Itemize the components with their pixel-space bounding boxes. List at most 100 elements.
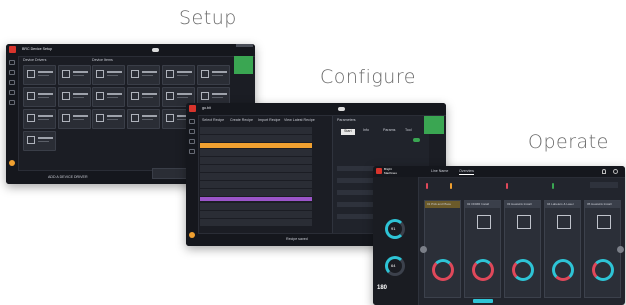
- footer-status-box: [152, 168, 190, 179]
- setup-side-rail: [6, 56, 19, 184]
- bright-machines-logo: [376, 168, 382, 174]
- station-ring: [512, 259, 534, 281]
- param-field[interactable]: [337, 214, 377, 219]
- menu-icon[interactable]: [613, 169, 618, 174]
- rail-logo-icon: [9, 160, 15, 166]
- driver-card[interactable]: [23, 65, 56, 85]
- station-name: 05 Heatsink Install: [587, 202, 612, 206]
- station-name: 04 Labelers & Laser: [547, 202, 574, 206]
- bell-icon[interactable]: [602, 169, 606, 174]
- param-field[interactable]: [337, 178, 377, 183]
- mode-toggle[interactable]: [152, 48, 159, 52]
- setup-action-button[interactable]: [236, 44, 253, 47]
- oee-value: 91: [391, 226, 396, 231]
- configure-title: go.bit: [202, 106, 211, 110]
- recipes-icon[interactable]: [189, 139, 195, 144]
- station-tile[interactable]: 05 Heatsink Install: [584, 200, 621, 298]
- item-card[interactable]: [197, 65, 230, 85]
- setup-heading: Setup: [179, 7, 237, 29]
- save-recipe-button[interactable]: [424, 116, 444, 134]
- quality-timeline: [422, 180, 622, 192]
- station-tile[interactable]: 01 Pick and Place: [424, 200, 461, 298]
- step-row[interactable]: [200, 135, 312, 143]
- panel-tab-params[interactable]: Params: [383, 128, 395, 133]
- item-card[interactable]: [127, 65, 160, 85]
- recipes-icon[interactable]: [9, 80, 15, 85]
- step-row[interactable]: [200, 181, 312, 189]
- configure-topbar: go.bit: [186, 103, 446, 116]
- configure-side-rail: [186, 115, 199, 246]
- driver-card[interactable]: [58, 87, 91, 107]
- station-name: 02 ODMR Install: [467, 202, 490, 206]
- item-card[interactable]: [127, 109, 160, 129]
- param-toggle[interactable]: [413, 138, 420, 142]
- station-name: 01 Pick and Place: [427, 202, 452, 206]
- devices-icon[interactable]: [9, 70, 15, 75]
- step-row[interactable]: [200, 149, 312, 157]
- parameters-title: Parameters: [337, 118, 356, 122]
- timeline-segment-red: [426, 183, 428, 189]
- station-ring: [472, 259, 494, 281]
- menu-view-latest[interactable]: View Latest Recipe: [284, 118, 315, 123]
- step-row[interactable]: [200, 165, 312, 173]
- item-card[interactable]: [92, 65, 125, 85]
- scroll-left-button[interactable]: [420, 246, 427, 253]
- setup-topbar: BRC Device Setup: [6, 44, 255, 57]
- recipe-status-text: Recipe saved: [286, 237, 308, 241]
- step-row[interactable]: [200, 127, 312, 135]
- station-tile[interactable]: 03 Heatsink Install: [504, 200, 541, 298]
- app-logo-icon: [9, 46, 16, 53]
- driver-card[interactable]: [23, 109, 56, 129]
- menu-create-recipe[interactable]: Create Recipe: [230, 118, 253, 123]
- item-card[interactable]: [127, 87, 160, 107]
- page-indicator[interactable]: [473, 299, 493, 303]
- panel-tab-tool[interactable]: Tool: [405, 128, 412, 133]
- driver-card[interactable]: [23, 131, 56, 151]
- home-icon[interactable]: [9, 60, 15, 65]
- param-field[interactable]: [337, 190, 377, 195]
- add-driver-footer-button[interactable]: ADD A DEVICE DRIVER: [48, 175, 88, 180]
- param-field[interactable]: [337, 202, 377, 207]
- kpi-column: 91 64 180: [373, 177, 419, 305]
- driver-card[interactable]: [23, 87, 56, 107]
- driver-card[interactable]: [58, 65, 91, 85]
- step-row[interactable]: [200, 173, 312, 181]
- step-row[interactable]: [200, 211, 312, 219]
- throughput-value: 180: [377, 285, 388, 291]
- station-tile[interactable]: 02 ODMR Install: [464, 200, 501, 298]
- step-row[interactable]: [200, 157, 312, 165]
- item-card[interactable]: [92, 87, 125, 107]
- panel-tab-info[interactable]: Info: [363, 128, 369, 133]
- station-tile[interactable]: 04 Labelers & Laser: [544, 200, 581, 298]
- menu-select-recipe[interactable]: Select Recipe: [202, 118, 224, 123]
- driver-card[interactable]: [58, 109, 91, 129]
- step-row[interactable]: [200, 203, 312, 211]
- item-card[interactable]: [92, 109, 125, 129]
- tab-overview[interactable]: Overview: [459, 169, 474, 175]
- user-icon[interactable]: [9, 100, 15, 105]
- step-row[interactable]: [200, 219, 312, 227]
- station-ring: [552, 259, 574, 281]
- scroll-right-button[interactable]: [617, 246, 624, 253]
- panel-tab-start[interactable]: Start: [341, 129, 355, 135]
- settings-icon[interactable]: [9, 90, 15, 95]
- param-field[interactable]: [337, 166, 377, 171]
- home-icon[interactable]: [189, 119, 195, 124]
- operate-screenshot: Bright Machines Line Name Overview 91 64…: [373, 166, 625, 305]
- item-card[interactable]: [162, 65, 195, 85]
- operate-heading: Operate: [528, 131, 609, 153]
- devices-icon[interactable]: [189, 129, 195, 134]
- timeline-range-buttons[interactable]: [590, 182, 618, 188]
- menu-import-recipe[interactable]: Import Recipe: [258, 118, 280, 123]
- mode-toggle[interactable]: [338, 107, 345, 111]
- timeline-segment-green: [552, 183, 554, 189]
- tab-line-name[interactable]: Line Name: [431, 169, 448, 174]
- setup-title: BRC Device Setup: [22, 47, 52, 51]
- timeline-segment-orange: [450, 183, 452, 189]
- step-row[interactable]: [200, 189, 312, 197]
- add-device-button[interactable]: [234, 56, 253, 74]
- station-image-icon: [477, 215, 491, 229]
- settings-icon[interactable]: [189, 149, 195, 154]
- station-ring: [592, 259, 614, 281]
- step-row-highlight[interactable]: [200, 197, 312, 202]
